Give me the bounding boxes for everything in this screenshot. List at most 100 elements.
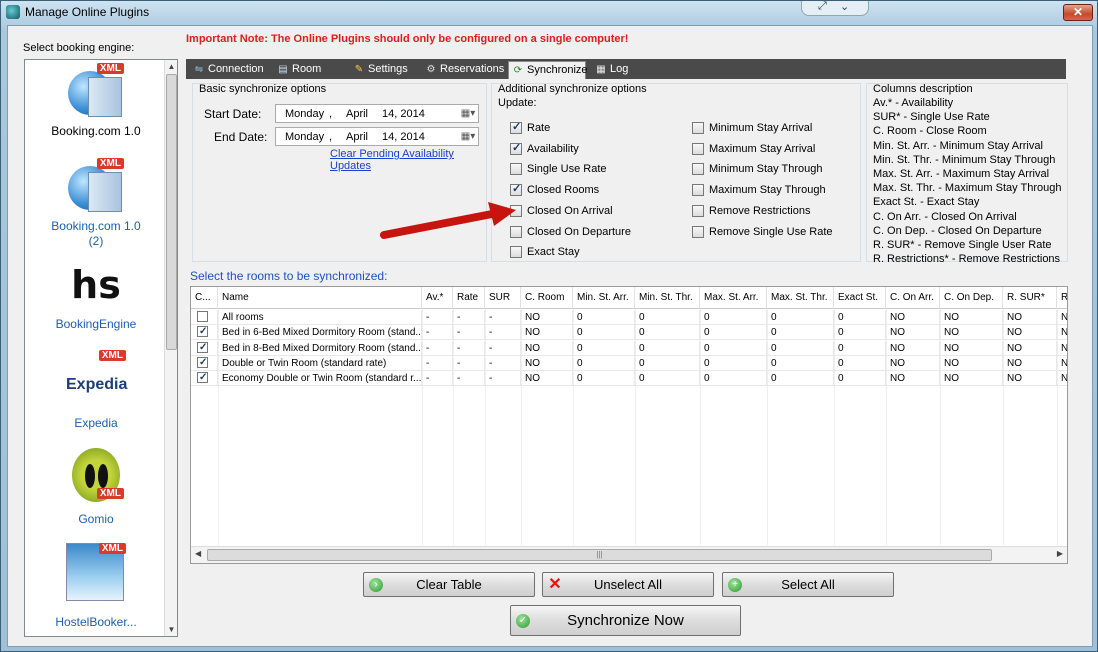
column-description-line: Min. St. Thr. - Minimum Stay Through bbox=[873, 153, 1056, 166]
tab-synchronize[interactable]: ⟳ Synchronize bbox=[508, 61, 588, 79]
row-checkbox[interactable] bbox=[197, 371, 208, 385]
grid-horizontal-scrollbar[interactable]: ◀ ||| ▶ bbox=[191, 546, 1067, 563]
engine-item-booking-com-2[interactable]: XML Booking.com 1.0 (2) bbox=[25, 158, 167, 249]
engine-item-hostelbooker[interactable]: XML HostelBooker... bbox=[25, 543, 167, 630]
checkbox[interactable] bbox=[692, 225, 704, 238]
row-select-cell[interactable] bbox=[191, 325, 218, 341]
row-checkbox[interactable] bbox=[197, 325, 208, 339]
engine-item-gomio[interactable]: XML Gomio bbox=[25, 446, 167, 527]
checkbox[interactable] bbox=[692, 204, 704, 217]
column-header[interactable]: Min. St. Arr. bbox=[573, 287, 635, 309]
synchronize-now-button[interactable]: ✓ Synchronize Now bbox=[510, 605, 741, 636]
column-header[interactable]: Av.* bbox=[422, 287, 453, 309]
tab-log[interactable]: ▦ Log bbox=[592, 61, 632, 79]
hs-logo-text: hs bbox=[71, 263, 121, 307]
checkbox[interactable] bbox=[510, 246, 522, 259]
row-checkbox[interactable] bbox=[197, 341, 208, 355]
calendar-dropdown-icon[interactable]: ▦▾ bbox=[460, 130, 476, 143]
table-cell: - bbox=[422, 310, 453, 325]
row-checkbox[interactable] bbox=[197, 356, 208, 370]
checkbox[interactable] bbox=[692, 184, 704, 197]
room-name-cell: All rooms bbox=[218, 310, 422, 325]
column-header[interactable]: Min. St. Thr. bbox=[635, 287, 700, 309]
table-cell: - bbox=[422, 355, 453, 371]
clear-pending-updates-link[interactable]: Clear Pending Availability Updates bbox=[330, 148, 486, 172]
checkbox[interactable] bbox=[692, 163, 704, 176]
row-select-cell[interactable] bbox=[191, 310, 218, 325]
scroll-thumb[interactable] bbox=[166, 74, 177, 350]
end-date-picker[interactable]: Monday , April 14, 2014 ▦▾ bbox=[275, 127, 479, 146]
chevron-down-icon[interactable]: ⌄ bbox=[840, 0, 849, 13]
table-cell: 0 bbox=[834, 371, 886, 387]
checkbox[interactable] bbox=[510, 163, 522, 176]
end-date-day: Monday bbox=[285, 131, 325, 143]
engine-item-booking-com[interactable]: XML Booking.com 1.0 bbox=[25, 63, 167, 139]
tab-connection[interactable]: ⇋ Connection bbox=[190, 61, 270, 79]
engine-list-scrollbar[interactable]: ▲ ▼ bbox=[164, 60, 177, 636]
unselect-all-button[interactable]: ✕ Unselect All bbox=[542, 572, 714, 597]
table-cell: NO bbox=[886, 355, 940, 371]
scroll-right-icon[interactable]: ▶ bbox=[1057, 549, 1063, 558]
room-name-cell: Bed in 8-Bed Mixed Dormitory Room (stand… bbox=[218, 340, 422, 356]
clear-table-button[interactable]: › Clear Table bbox=[363, 572, 535, 597]
log-icon: ▦ bbox=[596, 64, 606, 75]
column-header[interactable]: SUR bbox=[485, 287, 521, 309]
column-header[interactable]: C. Room bbox=[521, 287, 573, 309]
table-row[interactable]: Bed in 8-Bed Mixed Dormitory Room (stand… bbox=[191, 340, 1067, 356]
select-all-button[interactable]: + Select All bbox=[722, 572, 894, 597]
column-header[interactable]: Max. St. Thr. bbox=[767, 287, 834, 309]
scroll-up-icon[interactable]: ▲ bbox=[165, 60, 177, 73]
column-header[interactable]: Exact St. bbox=[834, 287, 886, 309]
table-cell: - bbox=[422, 325, 453, 341]
scroll-thumb[interactable]: ||| bbox=[207, 549, 992, 561]
table-row[interactable]: Bed in 6-Bed Mixed Dormitory Room (stand… bbox=[191, 325, 1067, 341]
close-button[interactable]: ✕ bbox=[1063, 4, 1093, 21]
option-label: Single Use Rate bbox=[527, 163, 607, 176]
engine-item-bookingengine[interactable]: hs BookingEngine bbox=[25, 256, 167, 332]
restore-icon[interactable]: ⤢ bbox=[818, 0, 827, 13]
column-header[interactable]: R bbox=[1057, 287, 1067, 309]
column-header[interactable]: Rate bbox=[453, 287, 485, 309]
column-header[interactable]: C. On Arr. bbox=[886, 287, 940, 309]
engine-name: Booking.com 1.0 (2) bbox=[51, 219, 141, 248]
option-label: Closed On Departure bbox=[527, 225, 631, 238]
engine-name: Booking.com 1.0 bbox=[51, 124, 141, 138]
row-select-cell[interactable] bbox=[191, 371, 218, 387]
start-date-picker[interactable]: Monday , April 14, 2014 ▦▾ bbox=[275, 104, 479, 123]
tab-settings[interactable]: ✎ Settings bbox=[350, 61, 414, 79]
table-row[interactable]: Economy Double or Twin Room (standard r.… bbox=[191, 371, 1067, 387]
scroll-left-icon[interactable]: ◀ bbox=[195, 549, 201, 558]
tab-reservations[interactable]: ⚙ Reservations bbox=[422, 61, 505, 79]
column-header[interactable]: R. SUR* bbox=[1003, 287, 1057, 309]
checkbox[interactable] bbox=[692, 142, 704, 155]
column-header[interactable]: Max. St. Arr. bbox=[700, 287, 767, 309]
engine-item-expedia[interactable]: XML Expedia Expedia bbox=[25, 350, 167, 431]
sync-icon: ⟳ bbox=[513, 65, 523, 76]
checkbox[interactable] bbox=[510, 182, 522, 197]
column-header[interactable]: C... bbox=[191, 287, 218, 309]
row-select-cell[interactable] bbox=[191, 340, 218, 356]
table-row[interactable]: Double or Twin Room (standard rate)---NO… bbox=[191, 355, 1067, 371]
tab-room-map[interactable]: ▤Room Map bbox=[274, 61, 344, 92]
rooms-grid[interactable]: C... Name Av.* Rate SUR C. Room Min. St. Arr. M… bbox=[190, 286, 1068, 564]
row-select-cell[interactable] bbox=[191, 355, 218, 371]
engine-list[interactable]: XML Booking.com 1.0 XML Booking.com 1.0 … bbox=[24, 59, 178, 637]
calendar-dropdown-icon[interactable]: ▦▾ bbox=[460, 107, 476, 120]
table-row[interactable]: All rooms - - - NO 0 0 0 0 0 NO NO NO N bbox=[191, 310, 1067, 325]
scroll-down-icon[interactable]: ▼ bbox=[165, 623, 177, 636]
checkbox[interactable] bbox=[692, 122, 704, 134]
basic-options-title: Basic synchronize options bbox=[199, 83, 327, 95]
column-header[interactable]: Name bbox=[218, 287, 422, 309]
checkbox[interactable] bbox=[510, 120, 522, 134]
additional-options-title: Additional synchronize options bbox=[498, 83, 647, 95]
column-header[interactable]: C. On Dep. bbox=[940, 287, 1003, 309]
window-controls[interactable]: ⤢ ⌄ bbox=[801, 0, 869, 16]
checkbox[interactable] bbox=[510, 141, 522, 155]
row-checkbox[interactable] bbox=[197, 311, 208, 322]
table-cell: - bbox=[453, 355, 485, 371]
table-cell: - bbox=[453, 371, 485, 387]
column-description-line: Av.* - Availability bbox=[873, 97, 954, 109]
app-icon bbox=[6, 5, 20, 19]
table-cell: - bbox=[422, 340, 453, 356]
gomio-logo: XML bbox=[66, 446, 126, 504]
